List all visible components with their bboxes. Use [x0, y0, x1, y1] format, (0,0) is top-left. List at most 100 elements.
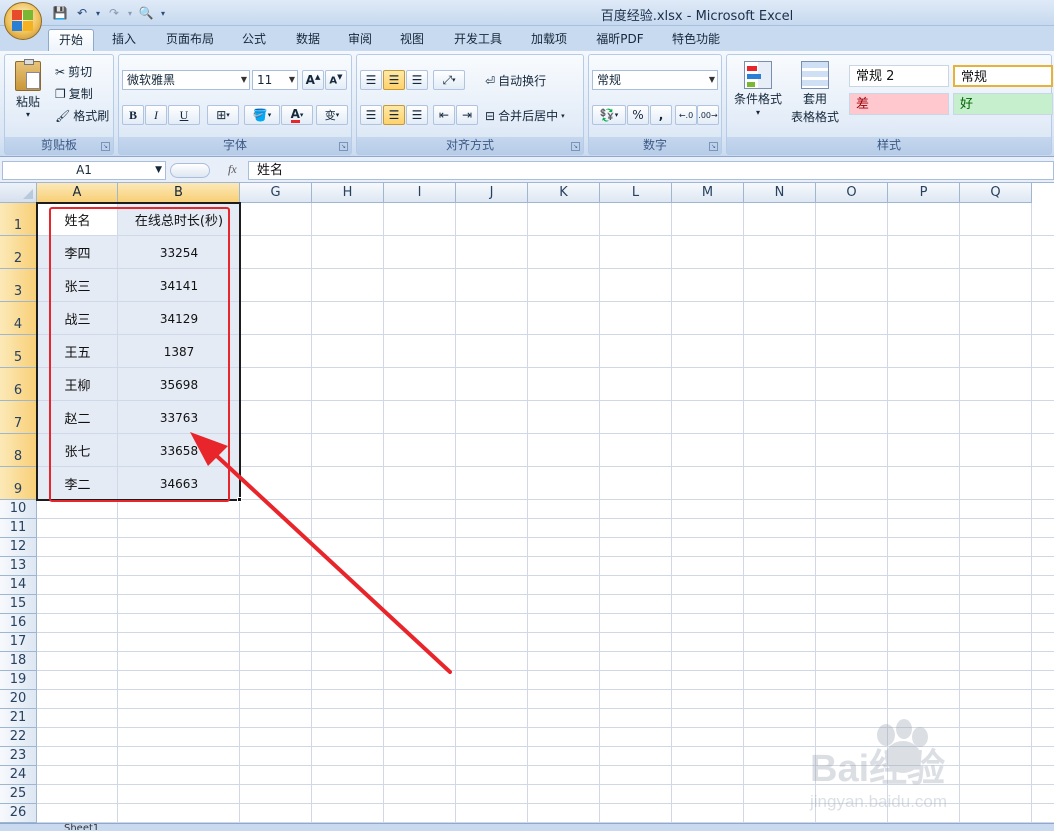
- row-header[interactable]: 17: [0, 633, 37, 652]
- row-header[interactable]: 3: [0, 269, 37, 302]
- column-header[interactable]: K: [528, 183, 600, 203]
- row-header[interactable]: 5: [0, 335, 37, 368]
- conditional-format-button[interactable]: 条件格式 ▾: [731, 61, 785, 117]
- decrease-indent-button[interactable]: ⇤: [433, 105, 455, 125]
- select-all-corner[interactable]: [0, 183, 37, 203]
- style-normal[interactable]: 常规: [953, 65, 1053, 87]
- formula-input[interactable]: 姓名: [248, 161, 1054, 180]
- dialog-launcher-icon[interactable]: ↘: [709, 142, 718, 151]
- style-good[interactable]: 好: [953, 93, 1053, 115]
- phonetic-button[interactable]: 变 ▾: [316, 105, 348, 125]
- style-bad[interactable]: 差: [849, 93, 949, 115]
- grow-font-button[interactable]: A▲: [302, 70, 324, 90]
- align-bottom-button[interactable]: ☰: [406, 70, 428, 90]
- tab-developer[interactable]: 开发工具: [444, 29, 512, 51]
- orientation-button[interactable]: ⤢ ▾: [433, 70, 465, 90]
- borders-button[interactable]: ⊞ ▾: [207, 105, 239, 125]
- row-header[interactable]: 26: [0, 804, 37, 823]
- row-header[interactable]: 18: [0, 652, 37, 671]
- row-header[interactable]: 23: [0, 747, 37, 766]
- tab-special[interactable]: 特色功能: [664, 29, 728, 51]
- italic-button[interactable]: I: [145, 105, 167, 125]
- cut-button[interactable]: ✂ 剪切: [55, 63, 92, 80]
- align-center-button[interactable]: ☰: [383, 105, 405, 125]
- tab-insert[interactable]: 插入: [102, 29, 146, 51]
- row-header[interactable]: 10: [0, 500, 37, 519]
- dialog-launcher-icon[interactable]: ↘: [571, 142, 580, 151]
- column-header[interactable]: I: [384, 183, 456, 203]
- row-header[interactable]: 6: [0, 368, 37, 401]
- bold-button[interactable]: B: [122, 105, 144, 125]
- copy-button[interactable]: ❐ 复制: [55, 85, 93, 102]
- column-header[interactable]: P: [888, 183, 960, 203]
- row-header[interactable]: 19: [0, 671, 37, 690]
- row-header[interactable]: 24: [0, 766, 37, 785]
- row-header[interactable]: 12: [0, 538, 37, 557]
- shrink-font-button[interactable]: A▼: [325, 70, 347, 90]
- tab-formulas[interactable]: 公式: [232, 29, 276, 51]
- percent-button[interactable]: %: [627, 105, 649, 125]
- column-header[interactable]: A: [37, 183, 118, 203]
- row-header[interactable]: 22: [0, 728, 37, 747]
- tab-view[interactable]: 视图: [390, 29, 434, 51]
- currency-button[interactable]: 💱 ▾: [592, 105, 626, 125]
- tab-review[interactable]: 审阅: [338, 29, 382, 51]
- row-header[interactable]: 4: [0, 302, 37, 335]
- font-size-select[interactable]: 11 ▼: [252, 70, 298, 90]
- column-header[interactable]: H: [312, 183, 384, 203]
- column-header[interactable]: L: [600, 183, 672, 203]
- increase-decimal-button[interactable]: ←.0: [675, 105, 697, 125]
- dialog-launcher-icon[interactable]: ↘: [339, 142, 348, 151]
- row-header[interactable]: 11: [0, 519, 37, 538]
- style-normal-2[interactable]: 常规 2: [849, 65, 949, 87]
- font-color-button[interactable]: A ▾: [281, 105, 313, 125]
- increase-indent-button[interactable]: ⇥: [456, 105, 478, 125]
- tab-data[interactable]: 数据: [286, 29, 330, 51]
- row-header[interactable]: 2: [0, 236, 37, 269]
- column-header[interactable]: M: [672, 183, 744, 203]
- row-header[interactable]: 15: [0, 595, 37, 614]
- expand-handle-icon[interactable]: [170, 163, 210, 178]
- row-header[interactable]: 8: [0, 434, 37, 467]
- merge-center-button[interactable]: ⊟ 合并后居中 ▾: [485, 107, 565, 124]
- sheet-tab[interactable]: Sheet1: [64, 822, 99, 830]
- format-as-table-button[interactable]: 套用 表格格式: [785, 61, 845, 125]
- row-header[interactable]: 21: [0, 709, 37, 728]
- column-header[interactable]: B: [118, 183, 240, 203]
- row-header[interactable]: 9: [0, 467, 37, 500]
- tab-addins[interactable]: 加载项: [522, 29, 576, 51]
- row-header[interactable]: 25: [0, 785, 37, 804]
- wrap-text-button[interactable]: ⏎ 自动换行: [485, 72, 546, 89]
- dialog-launcher-icon[interactable]: ↘: [101, 142, 110, 151]
- align-middle-button[interactable]: ☰: [383, 70, 405, 90]
- align-left-button[interactable]: ☰: [360, 105, 382, 125]
- fill-handle[interactable]: [237, 497, 242, 502]
- number-format-select[interactable]: 常规 ▼: [592, 70, 718, 90]
- column-header[interactable]: G: [240, 183, 312, 203]
- row-header[interactable]: 13: [0, 557, 37, 576]
- comma-button[interactable]: ,: [650, 105, 672, 125]
- align-right-button[interactable]: ☰: [406, 105, 428, 125]
- fx-icon[interactable]: fx: [228, 162, 237, 177]
- font-name-select[interactable]: 微软雅黑 ▼: [122, 70, 250, 90]
- row-header[interactable]: 7: [0, 401, 37, 434]
- office-button[interactable]: [4, 2, 42, 40]
- column-header[interactable]: N: [744, 183, 816, 203]
- paste-button[interactable]: 粘贴 ▾: [11, 59, 45, 119]
- underline-button[interactable]: U: [168, 105, 200, 125]
- tab-page-layout[interactable]: 页面布局: [158, 29, 222, 51]
- name-box[interactable]: A1 ▼: [2, 161, 166, 180]
- column-header[interactable]: Q: [960, 183, 1032, 203]
- row-header[interactable]: 16: [0, 614, 37, 633]
- tab-home[interactable]: 开始: [48, 29, 94, 51]
- column-header[interactable]: J: [456, 183, 528, 203]
- align-top-button[interactable]: ☰: [360, 70, 382, 90]
- row-header[interactable]: 1: [0, 203, 37, 236]
- tab-foxit-pdf[interactable]: 福昕PDF: [586, 29, 654, 51]
- fill-color-button[interactable]: 🪣 ▾: [244, 105, 280, 125]
- decrease-decimal-button[interactable]: .00→: [697, 105, 719, 125]
- row-header[interactable]: 14: [0, 576, 37, 595]
- row-header[interactable]: 20: [0, 690, 37, 709]
- format-painter-button[interactable]: 🖌 格式刷: [55, 107, 109, 124]
- column-header[interactable]: O: [816, 183, 888, 203]
